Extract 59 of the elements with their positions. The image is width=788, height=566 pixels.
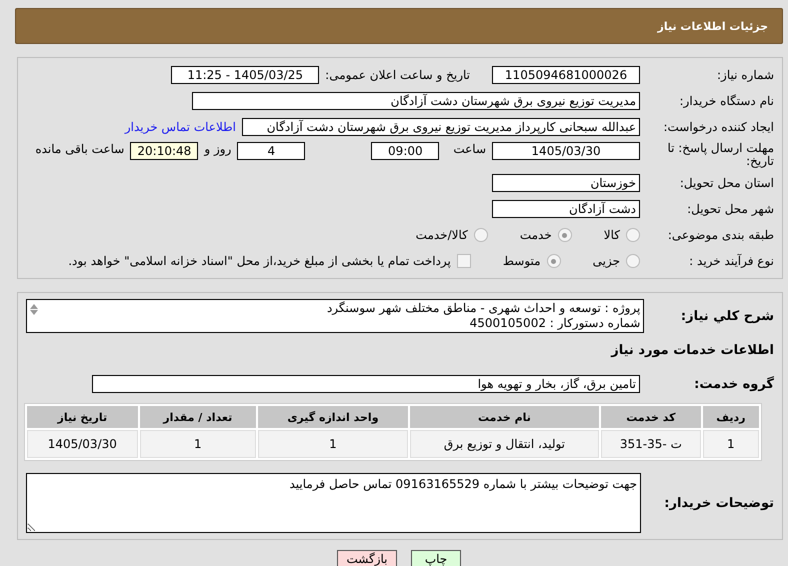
column-header: تاریخ نیاز [27, 406, 138, 428]
buyer-notes-field[interactable]: جهت توضیحات بیشتر با شماره 09163165529 تماس حاصل فرمایید [26, 473, 642, 533]
table-cell: 1 [258, 430, 408, 458]
print-button[interactable]: چاپ [411, 550, 461, 566]
section-title: اطلاعات خدمات مورد نیاز [611, 342, 774, 358]
option-label: جزیی [592, 254, 620, 268]
description-line: پروژه : توسعه و احداث شهری - مناطق مختلف شهر سوسنگرد [326, 301, 640, 316]
option-label: کالا/خدمت [416, 228, 468, 242]
checkbox-label: پرداخت تمام یا بخشی از مبلغ خرید،از محل "اسناد خزانه اسلامی" خواهد بود. [68, 254, 451, 268]
deadline-date-field: 1405/03/30 [492, 142, 640, 160]
radio-button[interactable] [546, 254, 561, 268]
field-label: طبقه بندی موضوعی: [666, 228, 774, 242]
field-label: نام دستگاه خریدار: [678, 94, 774, 108]
requester-field: عبدالله سبحانی کارپرداز مدیریت توزیع نیروی برق شهرستان دشت آزادگان [242, 118, 640, 136]
column-header: واحد اندازه گیری [258, 406, 408, 428]
field-label: روز و [204, 142, 232, 156]
checkbox[interactable] [456, 254, 471, 268]
table-cell: 1 [702, 430, 759, 458]
field-label: نوع فرآیند خرید : [688, 254, 774, 268]
scroll-arrows-icon [30, 304, 38, 315]
field-label: استان محل تحویل: [678, 176, 774, 190]
field-label: تاریخ و ساعت اعلان عمومی: [325, 68, 470, 82]
table-cell: ت -35-351 [601, 430, 701, 458]
city-field: دشت آزادگان [492, 200, 640, 218]
province-field: خوزستان [492, 174, 640, 192]
field-label: مهلت ارسال پاسخ: تا تاریخ: [666, 142, 774, 168]
field-label: شرح کلي نياز: [680, 308, 774, 324]
field-label: گروه خدمت: [693, 376, 774, 392]
service-group-field: تامین برق، گاز، بخار و تهویه هوا [92, 375, 640, 393]
announce-date-field: 1405/03/25 - 11:25 [171, 66, 320, 84]
field-label: شهر محل تحویل: [686, 202, 774, 216]
back-button[interactable]: بازگشت [337, 550, 397, 566]
need-number-field: 1105094681000026 [492, 66, 640, 84]
days-field: 4 [237, 142, 306, 160]
radio-button[interactable] [626, 228, 640, 242]
field-label: ساعت [453, 142, 486, 156]
column-header: نام خدمت [410, 406, 600, 428]
field-label: ساعت باقی مانده [35, 142, 124, 156]
column-header: ردیف [702, 406, 759, 428]
field-label: توضیحات خریدار: [663, 496, 774, 510]
table-cell: 1 [140, 430, 256, 458]
page-title: جزئیات اطلاعات نیاز [658, 20, 768, 32]
deadline-time-field: 09:00 [371, 142, 440, 160]
column-header: تعداد / مقدار [140, 406, 256, 428]
field-label: ایجاد کننده درخواست: [662, 120, 774, 134]
table-cell: 1405/03/30 [27, 430, 138, 458]
buyer-org-field: مدیریت توزیع نیروی برق شهرستان دشت آزادگان [192, 92, 640, 110]
option-label: متوسط [502, 254, 541, 268]
radio-button[interactable] [626, 254, 640, 268]
radio-button[interactable] [474, 228, 488, 242]
option-label: خدمت [520, 228, 552, 242]
field-label: شماره نیاز: [716, 68, 774, 82]
description-line: شماره دستورکار : 4500105002 [468, 316, 640, 331]
contact-link[interactable]: اطلاعات تماس خریدار [124, 120, 236, 134]
option-label: کالا [604, 228, 620, 242]
column-header: کد خدمت [601, 406, 701, 428]
remaining-time-field: 20:10:48 [130, 142, 198, 160]
radio-button[interactable] [558, 228, 572, 242]
table-cell: تولید، انتقال و توزیع برق [410, 430, 600, 458]
